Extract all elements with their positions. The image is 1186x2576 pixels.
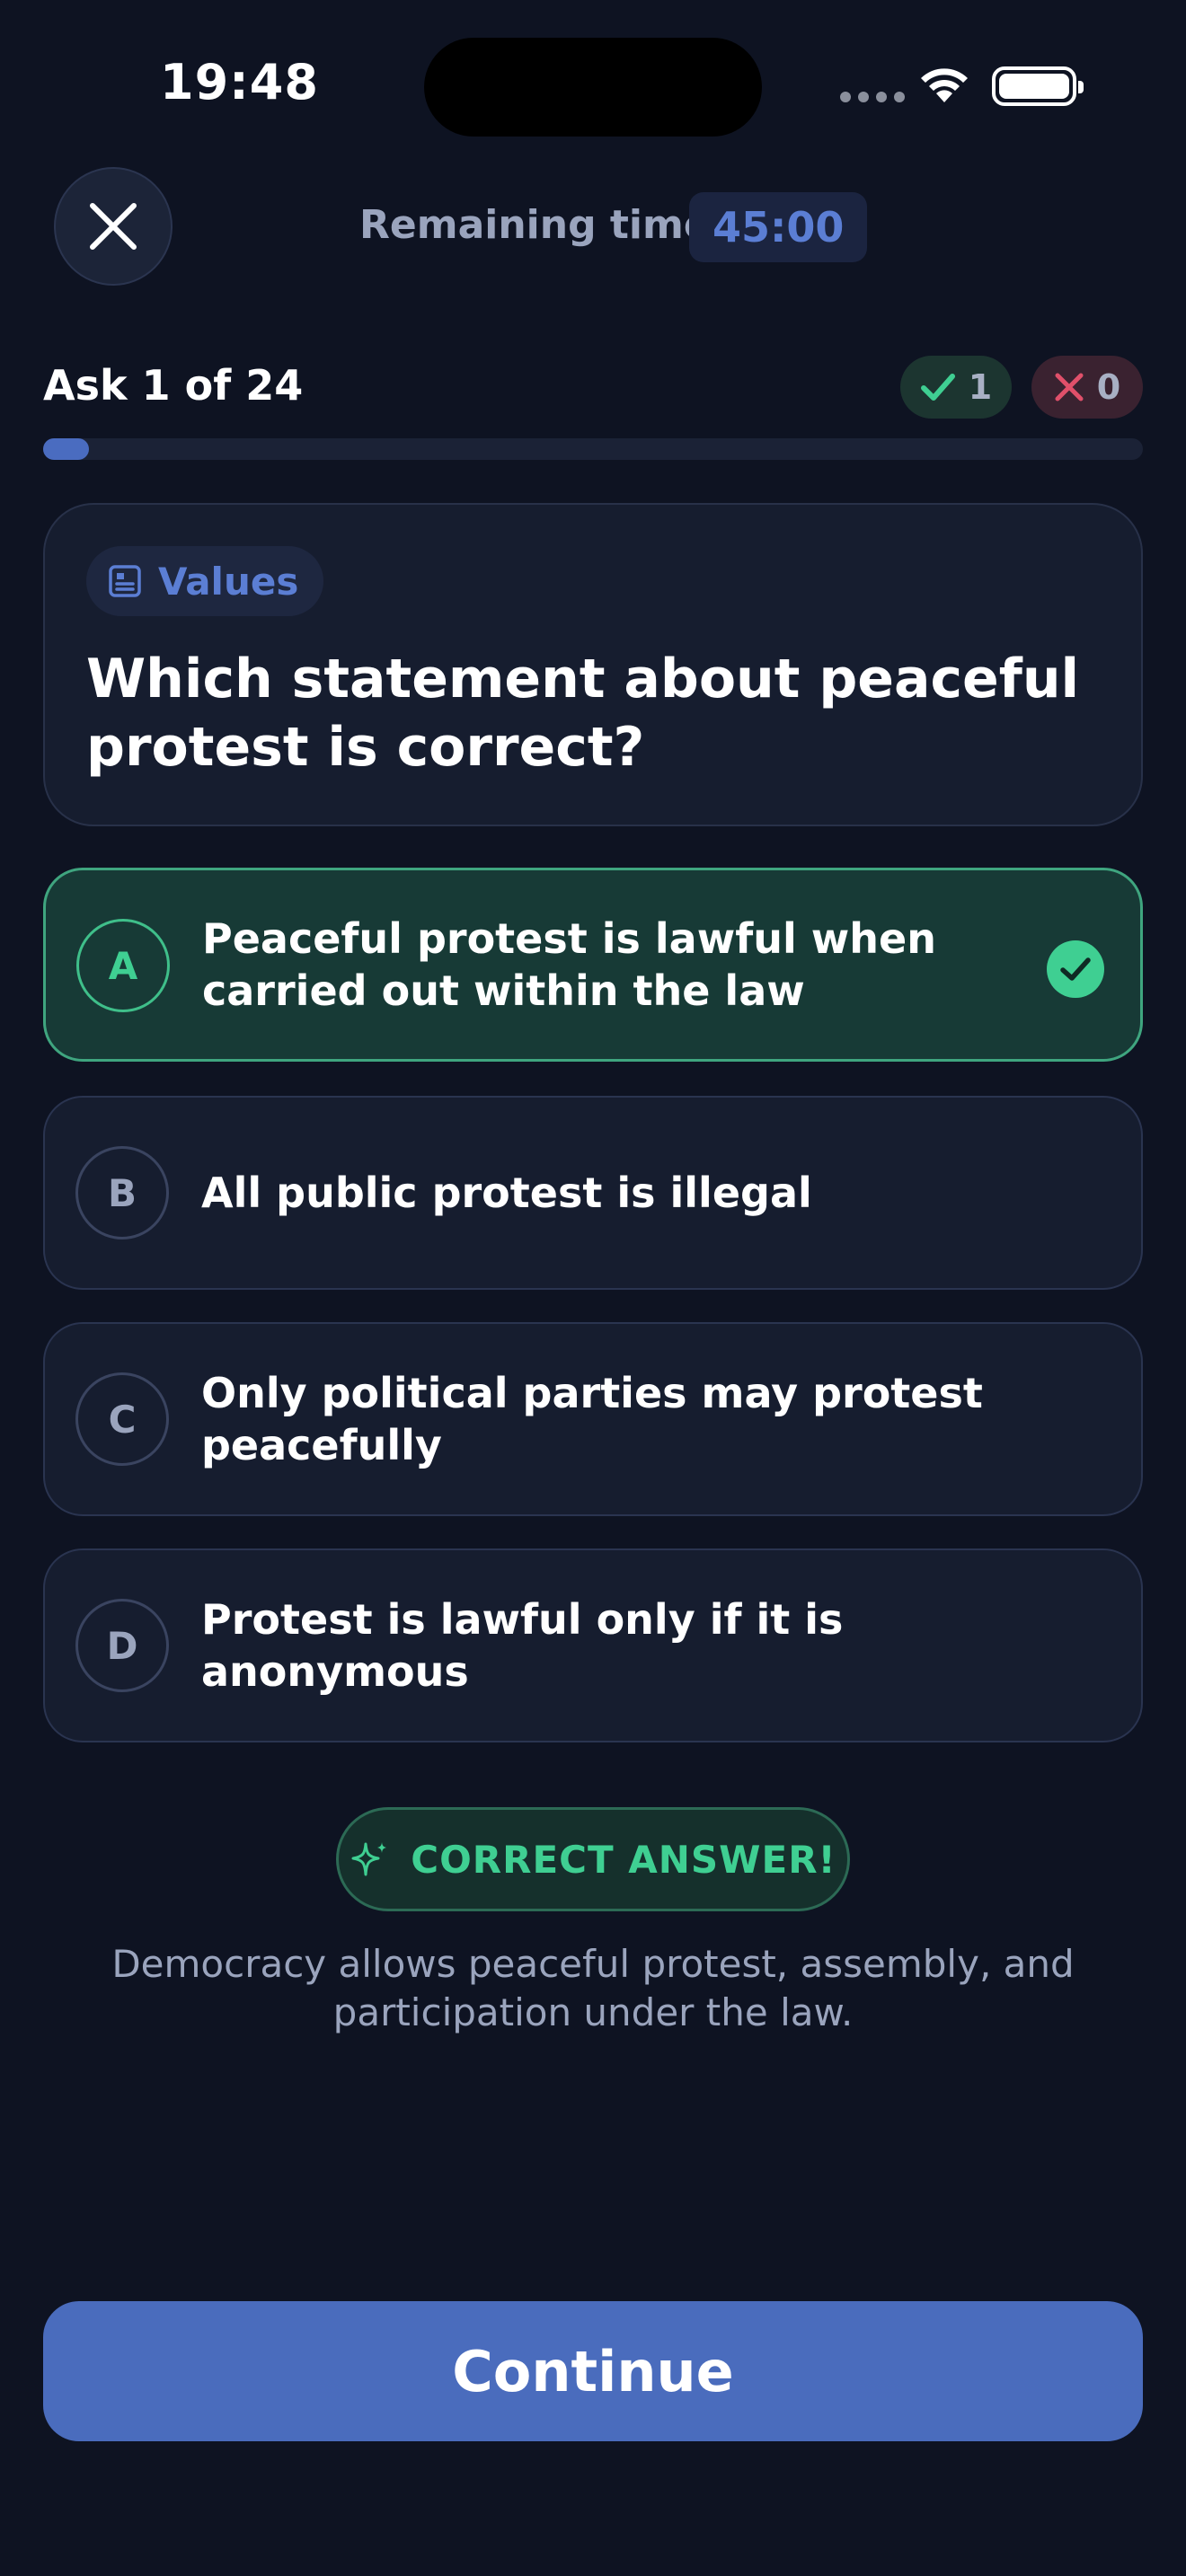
option-letter: D [75, 1599, 169, 1692]
correct-count: 1 [968, 367, 993, 407]
option-text: Only political parties may protest peace… [201, 1369, 983, 1469]
option-text: Peaceful protest is lawful when carried … [202, 914, 936, 1015]
remaining-time-label: Remaining time [359, 202, 711, 248]
category-tag: Values [86, 546, 324, 616]
status-time: 19:48 [160, 54, 319, 110]
option-letter: C [75, 1372, 169, 1466]
question-counter: Ask 1 of 24 [43, 361, 304, 410]
checkmark-icon [1047, 940, 1104, 998]
document-icon [109, 565, 141, 597]
x-icon [1055, 373, 1084, 401]
question-text: Which statement about peaceful protest i… [86, 648, 1080, 779]
progress-bar [43, 438, 1143, 460]
correct-answer-badge: CORRECT ANSWER! [336, 1807, 850, 1911]
progress-bar-fill [43, 438, 89, 460]
option-d[interactable]: D Protest is lawful only if it is anonym… [43, 1548, 1143, 1742]
option-c[interactable]: C Only political parties may protest pea… [43, 1322, 1143, 1516]
correct-answer-label: CORRECT ANSWER! [411, 1837, 836, 1882]
explanation-text: Democracy allows peaceful protest, assem… [111, 1942, 1075, 2034]
battery-icon [992, 66, 1084, 106]
wrong-count-badge: 0 [1031, 356, 1143, 419]
option-a[interactable]: A Peaceful protest is lawful when carrie… [43, 868, 1143, 1062]
option-letter: A [76, 919, 170, 1012]
option-letter: B [75, 1146, 169, 1239]
sparkle-icon [351, 1842, 387, 1876]
dynamic-island [424, 38, 762, 137]
timer-value: 45:00 [689, 192, 868, 262]
wifi-icon [916, 63, 972, 108]
option-text: Protest is lawful only if it is anonymou… [201, 1595, 844, 1696]
category-label: Values [158, 559, 299, 604]
wrong-count: 0 [1096, 367, 1121, 407]
continue-button[interactable]: Continue [43, 2301, 1143, 2441]
close-button[interactable] [54, 167, 173, 286]
correct-count-badge: 1 [900, 356, 1012, 419]
close-icon [90, 203, 137, 250]
option-b[interactable]: B All public protest is illegal [43, 1096, 1143, 1290]
option-text: All public protest is illegal [201, 1169, 812, 1217]
check-icon [920, 374, 955, 401]
cellular-signal-icon [840, 92, 905, 102]
